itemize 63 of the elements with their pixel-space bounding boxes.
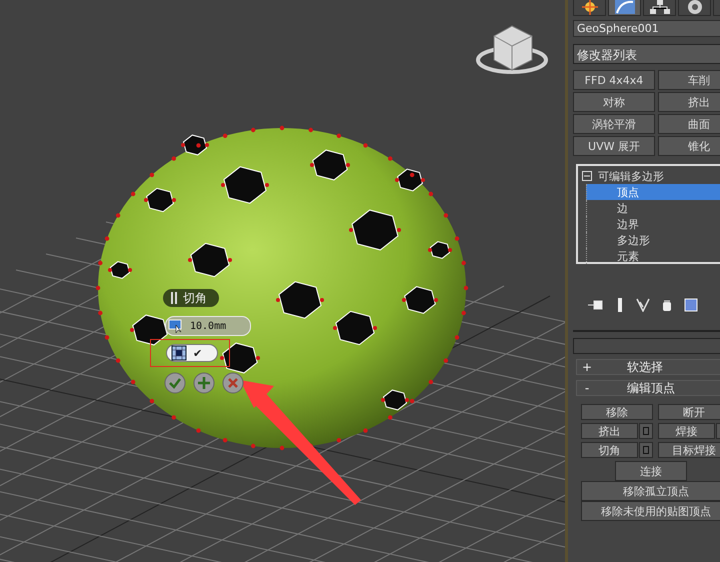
panel-tab[interactable] (678, 0, 711, 16)
fork-icon[interactable] (636, 298, 650, 312)
hexagon-patch (146, 188, 174, 212)
caddy-title-text: 切角 (183, 290, 207, 306)
panel-tab[interactable] (643, 0, 676, 16)
rollout-header[interactable]: - 编辑顶点 (576, 380, 720, 396)
pin-icon[interactable] (588, 299, 604, 311)
tool-button[interactable]: 目标焊接 (658, 442, 720, 458)
stack-sub-item[interactable]: 多边形 (586, 232, 720, 248)
hexagon-patch (278, 281, 322, 319)
tool-button[interactable]: 断开 (658, 404, 720, 420)
bin-icon[interactable] (662, 298, 672, 312)
window-icon[interactable] (684, 298, 698, 312)
tool-button[interactable]: 连接 (615, 461, 687, 481)
rollout-header[interactable]: + 软选择 (576, 359, 720, 375)
tool-button[interactable]: 移除未使用的贴图顶点 (581, 501, 720, 521)
hexagon-patch (430, 241, 450, 259)
hexagon-patch (312, 150, 348, 180)
tool-button[interactable]: 移除孤立顶点 (581, 481, 720, 501)
tool-button[interactable]: 移除 (581, 404, 653, 420)
settings-button[interactable] (639, 423, 653, 439)
pipe-icon[interactable] (616, 298, 624, 312)
add-icon[interactable] (193, 372, 215, 394)
mode-icon (171, 345, 187, 361)
hexagon-patch (397, 168, 423, 192)
modifier-button[interactable]: FFD 4x4x4 (573, 70, 655, 90)
panel-tab[interactable] (573, 0, 606, 16)
object-name-field[interactable]: GeoSphere001 (573, 20, 720, 37)
stack-sub-item[interactable]: 顶点 (586, 184, 720, 200)
modifier-list-dropdown[interactable]: 修改器列表 (573, 44, 720, 64)
view-cube-icon[interactable] (476, 25, 548, 74)
hexagon-patch (182, 134, 208, 156)
hexagon-patch (132, 314, 168, 346)
modifier-button[interactable]: 曲面 (658, 114, 720, 134)
modifier-button[interactable]: 车削 (658, 70, 720, 90)
modifier-button[interactable]: UVW 展开 (573, 136, 655, 156)
hexagon-patch (335, 310, 375, 346)
hexagon-patch (190, 242, 230, 278)
settings-button[interactable] (639, 442, 653, 458)
panel-tab[interactable] (608, 0, 641, 16)
tool-button[interactable]: 焊接 (658, 423, 715, 439)
hexagon-patch (382, 390, 408, 410)
grip-icon[interactable] (171, 292, 177, 304)
mode-toggle[interactable]: ✔ (166, 344, 218, 362)
modifier-button[interactable]: 涡轮平滑 (573, 114, 655, 134)
tool-button[interactable]: 切角 (581, 442, 638, 458)
hexagon-patch (110, 261, 130, 279)
tool-button[interactable]: 挤出 (581, 423, 638, 439)
field-icon (168, 319, 184, 333)
modifier-button[interactable]: 锥化 (658, 136, 720, 156)
modifier-button[interactable]: 挤出 (658, 92, 720, 112)
hexagon-patch (223, 166, 267, 204)
modifier-button[interactable]: 对称 (573, 92, 655, 112)
cancel-icon[interactable] (222, 372, 244, 394)
stack-sub-item[interactable]: 边 (586, 200, 720, 216)
amount-field[interactable]: 10.0mm (165, 316, 251, 336)
collapse-icon[interactable] (582, 171, 592, 181)
hexagon-patch (352, 210, 398, 250)
stack-sub-item[interactable]: 边界 (586, 216, 720, 232)
stack-item[interactable]: 可编辑多边形 (598, 168, 664, 184)
stack-sub-item[interactable]: 元素 (586, 248, 720, 264)
hexagon-patch (222, 342, 258, 374)
hexagon-patch (404, 286, 436, 314)
